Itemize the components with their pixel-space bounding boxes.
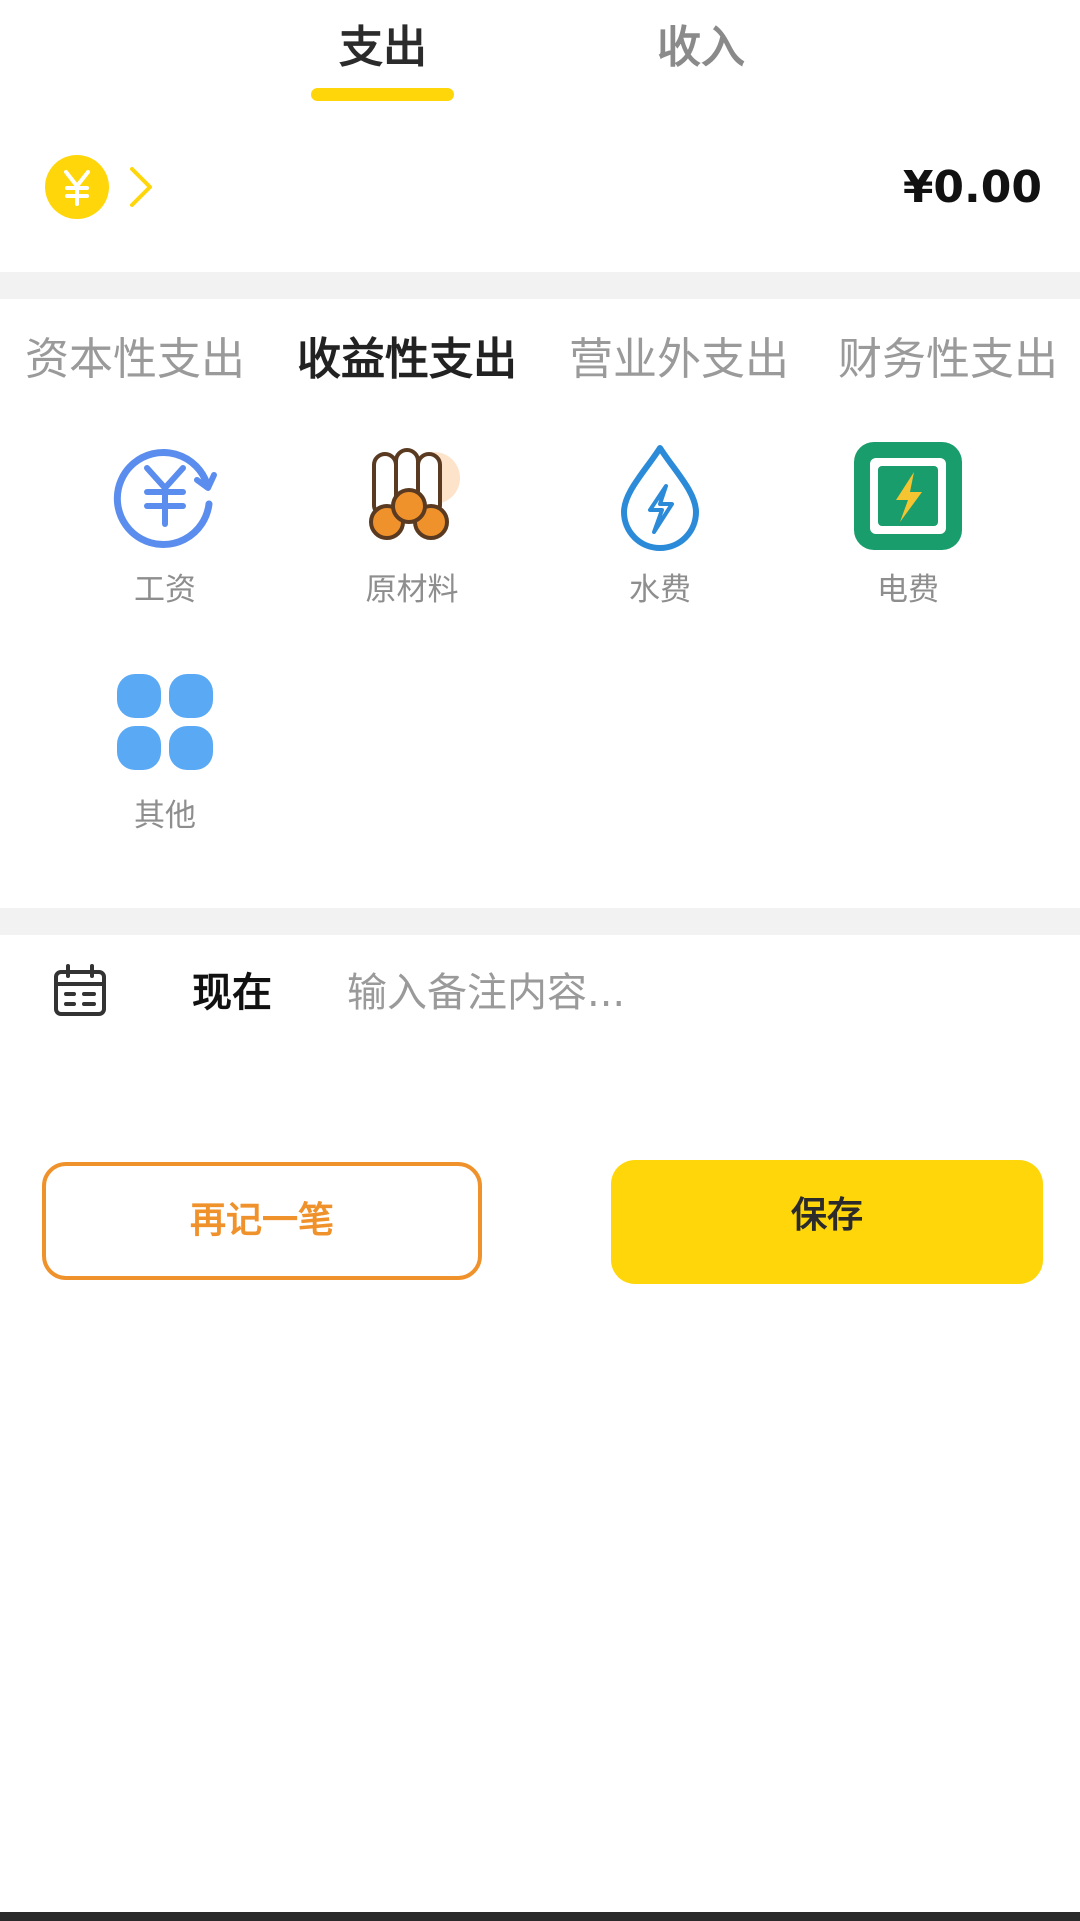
tab-income[interactable]: 收入 — [631, 18, 771, 78]
category-salary[interactable]: 工资 — [65, 440, 265, 610]
record-again-button[interactable]: 再记一笔 — [42, 1162, 482, 1280]
water-fee-icon — [621, 445, 699, 551]
other-icon — [117, 674, 213, 770]
raw-materials-icon — [369, 448, 460, 540]
category-other[interactable]: 其他 — [65, 666, 265, 836]
amount-display[interactable]: ¥0.00 — [903, 160, 1042, 216]
category-label: 水费 — [629, 572, 691, 608]
save-button[interactable]: 保存 — [611, 1160, 1043, 1284]
salary-icon — [113, 448, 217, 548]
chevron-right-icon[interactable] — [124, 165, 158, 209]
tab-non-operating-expense[interactable]: 营业外支出 — [569, 330, 789, 390]
category-raw-materials[interactable]: 原材料 — [312, 440, 512, 610]
active-tab-indicator — [311, 88, 454, 101]
section-divider — [0, 272, 1080, 299]
section-divider — [0, 908, 1080, 935]
date-selector[interactable]: 现在 — [192, 966, 272, 1020]
system-nav-bar — [0, 1912, 1080, 1921]
tab-expense[interactable]: 支出 — [313, 18, 453, 78]
category-label: 其他 — [134, 798, 196, 834]
category-label: 电费 — [877, 572, 939, 608]
category-water-fee[interactable]: 水费 — [560, 440, 760, 610]
note-input[interactable] — [345, 960, 1029, 1026]
tab-capital-expense[interactable]: 资本性支出 — [25, 330, 245, 390]
category-electricity-fee[interactable]: 电费 — [808, 440, 1008, 610]
category-label: 原材料 — [365, 572, 459, 608]
tab-revenue-expense[interactable]: 收益性支出 — [297, 330, 517, 390]
category-label: 工资 — [134, 572, 196, 608]
electricity-fee-icon — [854, 442, 962, 550]
tab-financial-expense[interactable]: 财务性支出 — [838, 330, 1058, 390]
yuan-coin-icon[interactable] — [45, 155, 109, 219]
calendar-icon[interactable] — [52, 962, 108, 1018]
